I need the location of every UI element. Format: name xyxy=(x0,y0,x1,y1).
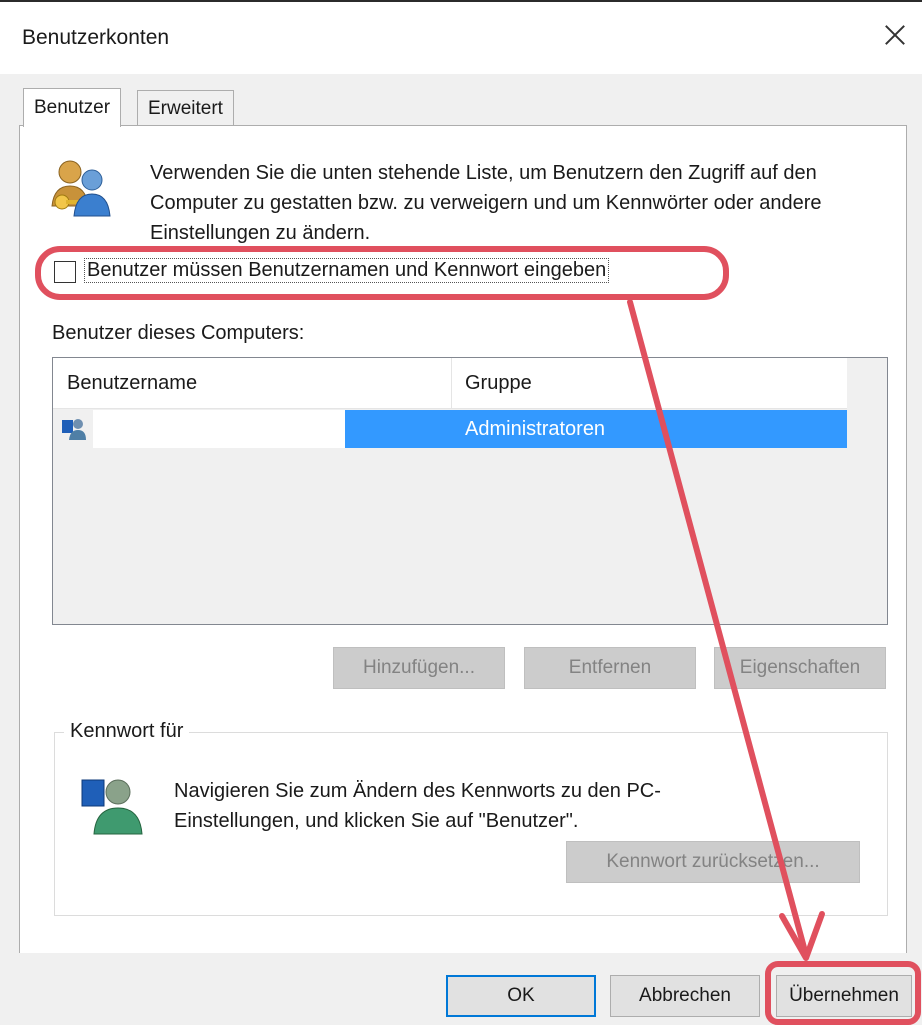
title-bar: Benutzerkonten xyxy=(0,0,922,74)
properties-button[interactable]: Eigenschaften xyxy=(714,647,886,689)
table-row[interactable]: Administratoren xyxy=(53,410,847,448)
users-listview[interactable]: Benutzername Gruppe Administratoren xyxy=(52,357,888,625)
description-text: Verwenden Sie die unten stehende Liste, … xyxy=(150,162,822,244)
remove-user-button[interactable]: Entfernen xyxy=(524,647,696,689)
apply-button[interactable]: Übernehmen xyxy=(776,975,912,1017)
ok-button[interactable]: OK xyxy=(446,975,596,1017)
user-row-icon xyxy=(62,419,86,440)
users-key-icon xyxy=(51,160,111,217)
row-username xyxy=(93,410,345,448)
close-icon[interactable] xyxy=(880,20,910,50)
user-accounts-dialog: Benutzerkonten Benutzer Erweitert Verwen… xyxy=(0,0,922,1025)
require-login-checkbox[interactable] xyxy=(54,261,76,283)
password-info-text: Navigieren Sie zum Ändern des Kennworts … xyxy=(174,780,661,832)
add-user-button[interactable]: Hinzufügen... xyxy=(333,647,505,689)
column-header-group[interactable]: Gruppe xyxy=(451,358,532,408)
window-title: Benutzerkonten xyxy=(22,26,170,49)
listview-header: Benutzername Gruppe xyxy=(53,358,847,409)
tab-benutzer[interactable]: Benutzer xyxy=(23,88,122,127)
require-login-label[interactable]: Benutzer müssen Benutzernamen und Kennwo… xyxy=(84,258,610,283)
column-header-username[interactable]: Benutzername xyxy=(53,358,197,408)
reset-password-button[interactable]: Kennwort zurücksetzen... xyxy=(566,841,860,883)
row-group: Administratoren xyxy=(465,418,606,440)
user-password-icon xyxy=(81,779,143,835)
password-group-legend: Kennwort für xyxy=(64,720,190,743)
users-list-label: Benutzer dieses Computers: xyxy=(52,322,305,344)
tab-erweitert[interactable]: Erweitert xyxy=(137,90,234,127)
cancel-button[interactable]: Abbrechen xyxy=(610,975,760,1017)
